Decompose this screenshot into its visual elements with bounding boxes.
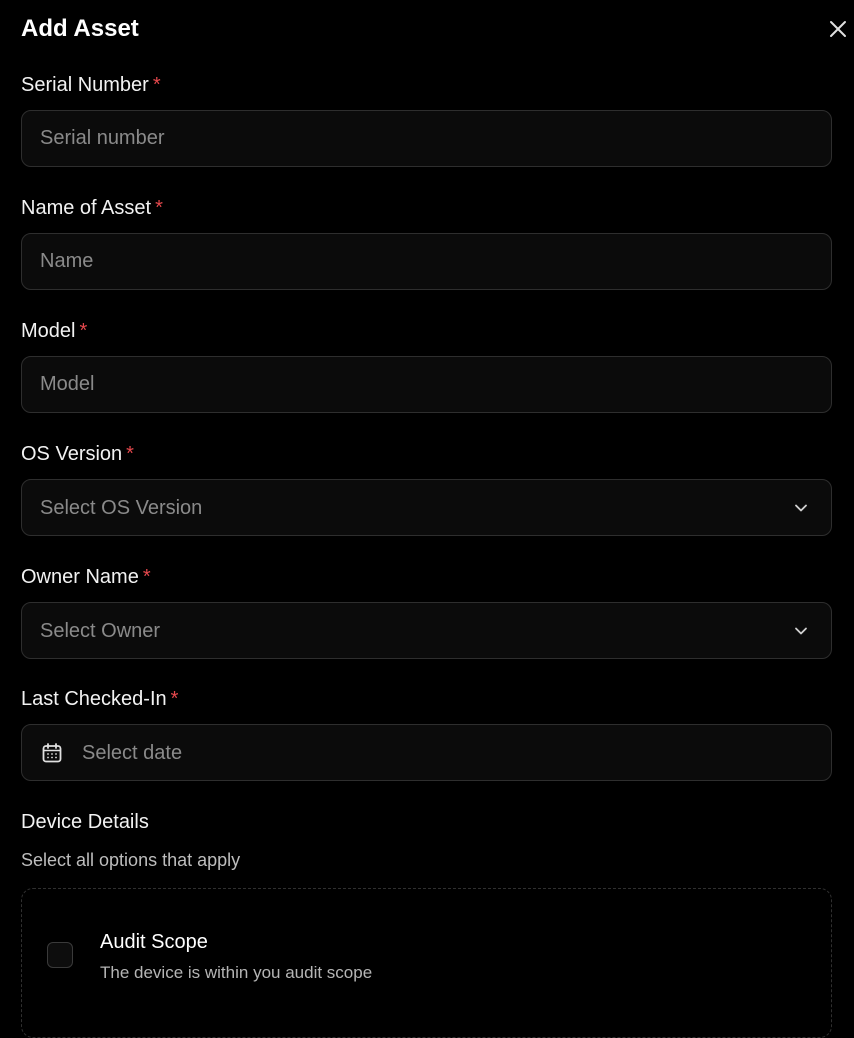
required-marker: * [155, 197, 163, 219]
device-details-subtitle: Select all options that apply [21, 850, 241, 870]
owner-select[interactable]: Select Owner [21, 602, 832, 659]
device-details-title: Device Details [21, 811, 149, 833]
owner-placeholder: Select Owner [40, 620, 161, 642]
audit-scope-title: Audit Scope [100, 931, 208, 953]
serial-number-label-text: Serial Number [21, 74, 149, 96]
model-input[interactable] [40, 357, 810, 412]
asset-name-label-text: Name of Asset [21, 197, 152, 219]
required-marker: * [170, 688, 179, 710]
os-version-label: OS Version * [21, 441, 134, 467]
calendar-icon [42, 743, 62, 763]
device-options-box: Audit Scope The device is within you aud… [21, 888, 832, 1038]
audit-scope-checkbox[interactable] [47, 942, 73, 968]
asset-name-input[interactable] [40, 234, 810, 289]
model-label: Model * [21, 318, 87, 344]
owner-name-label: Owner Name * [21, 564, 151, 590]
asset-name-label: Name of Asset * [21, 195, 163, 221]
last-checked-in-label: Last Checked-In * [21, 686, 178, 712]
audit-scope-description: The device is within you audit scope [100, 963, 373, 982]
asset-name-field [21, 233, 832, 290]
os-version-label-text: OS Version [21, 443, 123, 465]
os-version-select[interactable]: Select OS Version [21, 479, 832, 536]
serial-number-field [21, 110, 832, 167]
os-version-placeholder: Select OS Version [40, 497, 203, 519]
serial-number-label: Serial Number * [21, 72, 161, 98]
owner-name-label-text: Owner Name [21, 566, 139, 588]
chevron-down-icon [795, 627, 807, 635]
add-asset-dialog: Add Asset Serial Number* Name of Asset* … [0, 0, 854, 1038]
close-icon[interactable] [826, 17, 850, 41]
model-label-text: Model [21, 320, 76, 342]
required-marker: * [79, 320, 88, 342]
required-marker: * [142, 566, 151, 588]
chevron-down-icon [795, 504, 807, 512]
date-placeholder: Select date [82, 742, 183, 764]
required-marker: * [152, 74, 161, 96]
model-field [21, 356, 832, 413]
dialog-title: Add Asset [21, 15, 139, 42]
date-picker[interactable]: Select date [21, 724, 832, 781]
serial-number-input[interactable] [40, 111, 810, 166]
last-checked-in-label-text: Last Checked-In [21, 688, 167, 710]
required-marker: * [126, 443, 134, 465]
